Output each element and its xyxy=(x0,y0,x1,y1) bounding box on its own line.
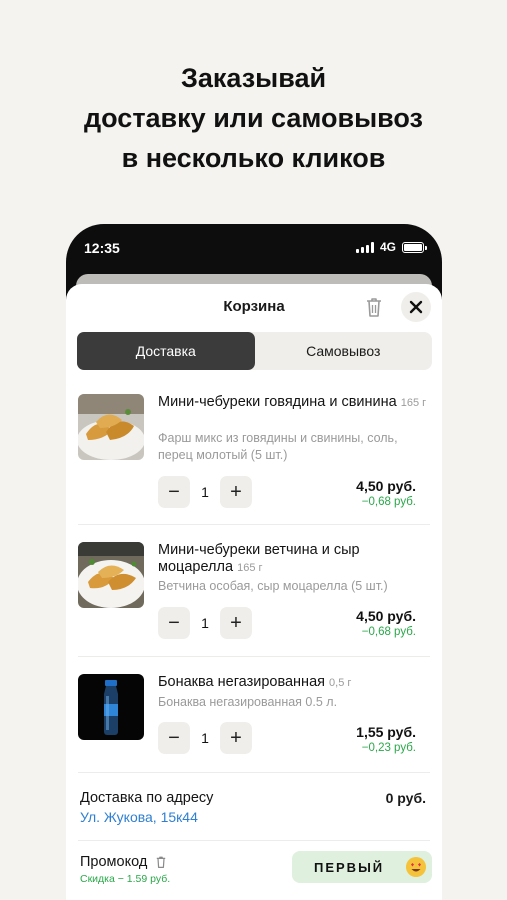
signal-icon xyxy=(355,241,374,253)
headline-line-2: доставку или самовывоз xyxy=(84,103,423,133)
item-discount: −0,23 руб. xyxy=(361,742,416,754)
decrease-quantity-button[interactable]: − xyxy=(158,607,190,639)
status-indicators: 4G xyxy=(355,240,427,254)
delivery-address-link[interactable]: Ул. Жукова, 15к44 xyxy=(80,809,426,825)
trash-icon xyxy=(367,298,381,317)
quantity-stepper: − 1 + xyxy=(158,607,252,639)
cart-header: Корзина xyxy=(66,284,442,334)
product-description: Бонаква негазированная 0.5 л. xyxy=(158,695,338,709)
cart-title: Корзина xyxy=(223,298,285,315)
close-button[interactable] xyxy=(401,292,431,322)
divider xyxy=(78,840,430,841)
delivery-price: 0 руб. xyxy=(385,790,426,806)
status-bar: 12:35 4G xyxy=(66,224,442,272)
divider xyxy=(78,772,430,773)
product-weight: 165 г xyxy=(400,397,427,409)
cart-sheet: Корзина Доставка Самовывоз Мини-чебуреки… xyxy=(66,284,442,900)
product-name: Мини-чебуреки ветчина и сыр моцарелла 16… xyxy=(158,542,428,577)
promo-headline: Заказывай доставку или самовывоз в неско… xyxy=(0,58,507,178)
quantity-value: 1 xyxy=(201,484,209,500)
plus-icon: + xyxy=(230,480,242,503)
promo-code: ПЕРВЫЙ xyxy=(314,859,385,875)
trash-icon[interactable] xyxy=(155,855,167,869)
product-description: Ветчина особая, сыр моцарелла (5 шт.) xyxy=(158,579,388,593)
promo-label: Промокод xyxy=(80,854,148,870)
headline-line-3: в несколько кликов xyxy=(121,143,386,173)
quantity-stepper: − 1 + xyxy=(158,722,252,754)
status-time: 12:35 xyxy=(84,240,120,256)
product-image xyxy=(78,542,144,608)
decrease-quantity-button[interactable]: − xyxy=(158,722,190,754)
increase-quantity-button[interactable]: + xyxy=(220,607,252,639)
item-price-block: 4,50 руб. −0,68 руб. xyxy=(356,478,416,508)
product-name-text: Бонаква негазированная xyxy=(158,674,325,690)
divider xyxy=(78,656,430,657)
tab-delivery[interactable]: Доставка xyxy=(77,332,255,370)
minus-icon: − xyxy=(168,726,180,749)
delivery-address-row[interactable]: Доставка по адресу Ул. Жукова, 15к44 0 р… xyxy=(80,790,426,825)
battery-icon xyxy=(402,241,427,253)
item-price: 4,50 руб. xyxy=(356,608,416,624)
plus-icon: + xyxy=(230,726,242,749)
product-name: Мини-чебуреки говядина и свинина 165 г xyxy=(158,394,428,412)
item-price: 4,50 руб. xyxy=(356,478,416,494)
increase-quantity-button[interactable]: + xyxy=(220,722,252,754)
plus-icon: + xyxy=(230,611,242,634)
quantity-stepper: − 1 + xyxy=(158,476,252,508)
product-weight: 0,5 г xyxy=(329,677,352,689)
quantity-value: 1 xyxy=(201,615,209,631)
phone-frame: 12:35 4G Корзина Доставка Самовывоз Мини… xyxy=(66,224,442,900)
minus-icon: − xyxy=(168,611,180,634)
delivery-label: Доставка по адресу xyxy=(80,790,214,806)
item-price-block: 4,50 руб. −0,68 руб. xyxy=(356,608,416,638)
delivery-mode-switch: Доставка Самовывоз xyxy=(77,332,432,370)
product-image xyxy=(78,394,144,460)
increase-quantity-button[interactable]: + xyxy=(220,476,252,508)
product-weight: 165 г xyxy=(237,562,263,574)
headline-line-1: Заказывай xyxy=(180,63,327,93)
product-name: Бонаква негазированная 0,5 г xyxy=(158,674,428,692)
close-icon xyxy=(409,300,423,314)
tab-pickup[interactable]: Самовывоз xyxy=(255,332,433,370)
item-discount: −0,68 руб. xyxy=(361,496,416,508)
smiling-face-emoji-icon xyxy=(406,857,426,877)
product-description: Фарш микс из говядины и свинины, соль, п… xyxy=(158,431,398,462)
clear-cart-button[interactable] xyxy=(364,296,384,318)
decrease-quantity-button[interactable]: − xyxy=(158,476,190,508)
quantity-value: 1 xyxy=(201,730,209,746)
promo-code-chip[interactable]: ПЕРВЫЙ xyxy=(292,851,432,883)
item-discount: −0,68 руб. xyxy=(361,626,416,638)
minus-icon: − xyxy=(168,480,180,503)
product-image xyxy=(78,674,144,740)
promo-row: Промокод Скидка − 1.59 руб. ПЕРВЫЙ xyxy=(80,851,432,894)
divider xyxy=(78,524,430,525)
network-label: 4G xyxy=(379,240,396,254)
item-price-block: 1,55 руб. −0,23 руб. xyxy=(356,724,416,754)
item-price: 1,55 руб. xyxy=(356,724,416,740)
product-name-text: Мини-чебуреки говядина и свинина xyxy=(158,394,397,410)
